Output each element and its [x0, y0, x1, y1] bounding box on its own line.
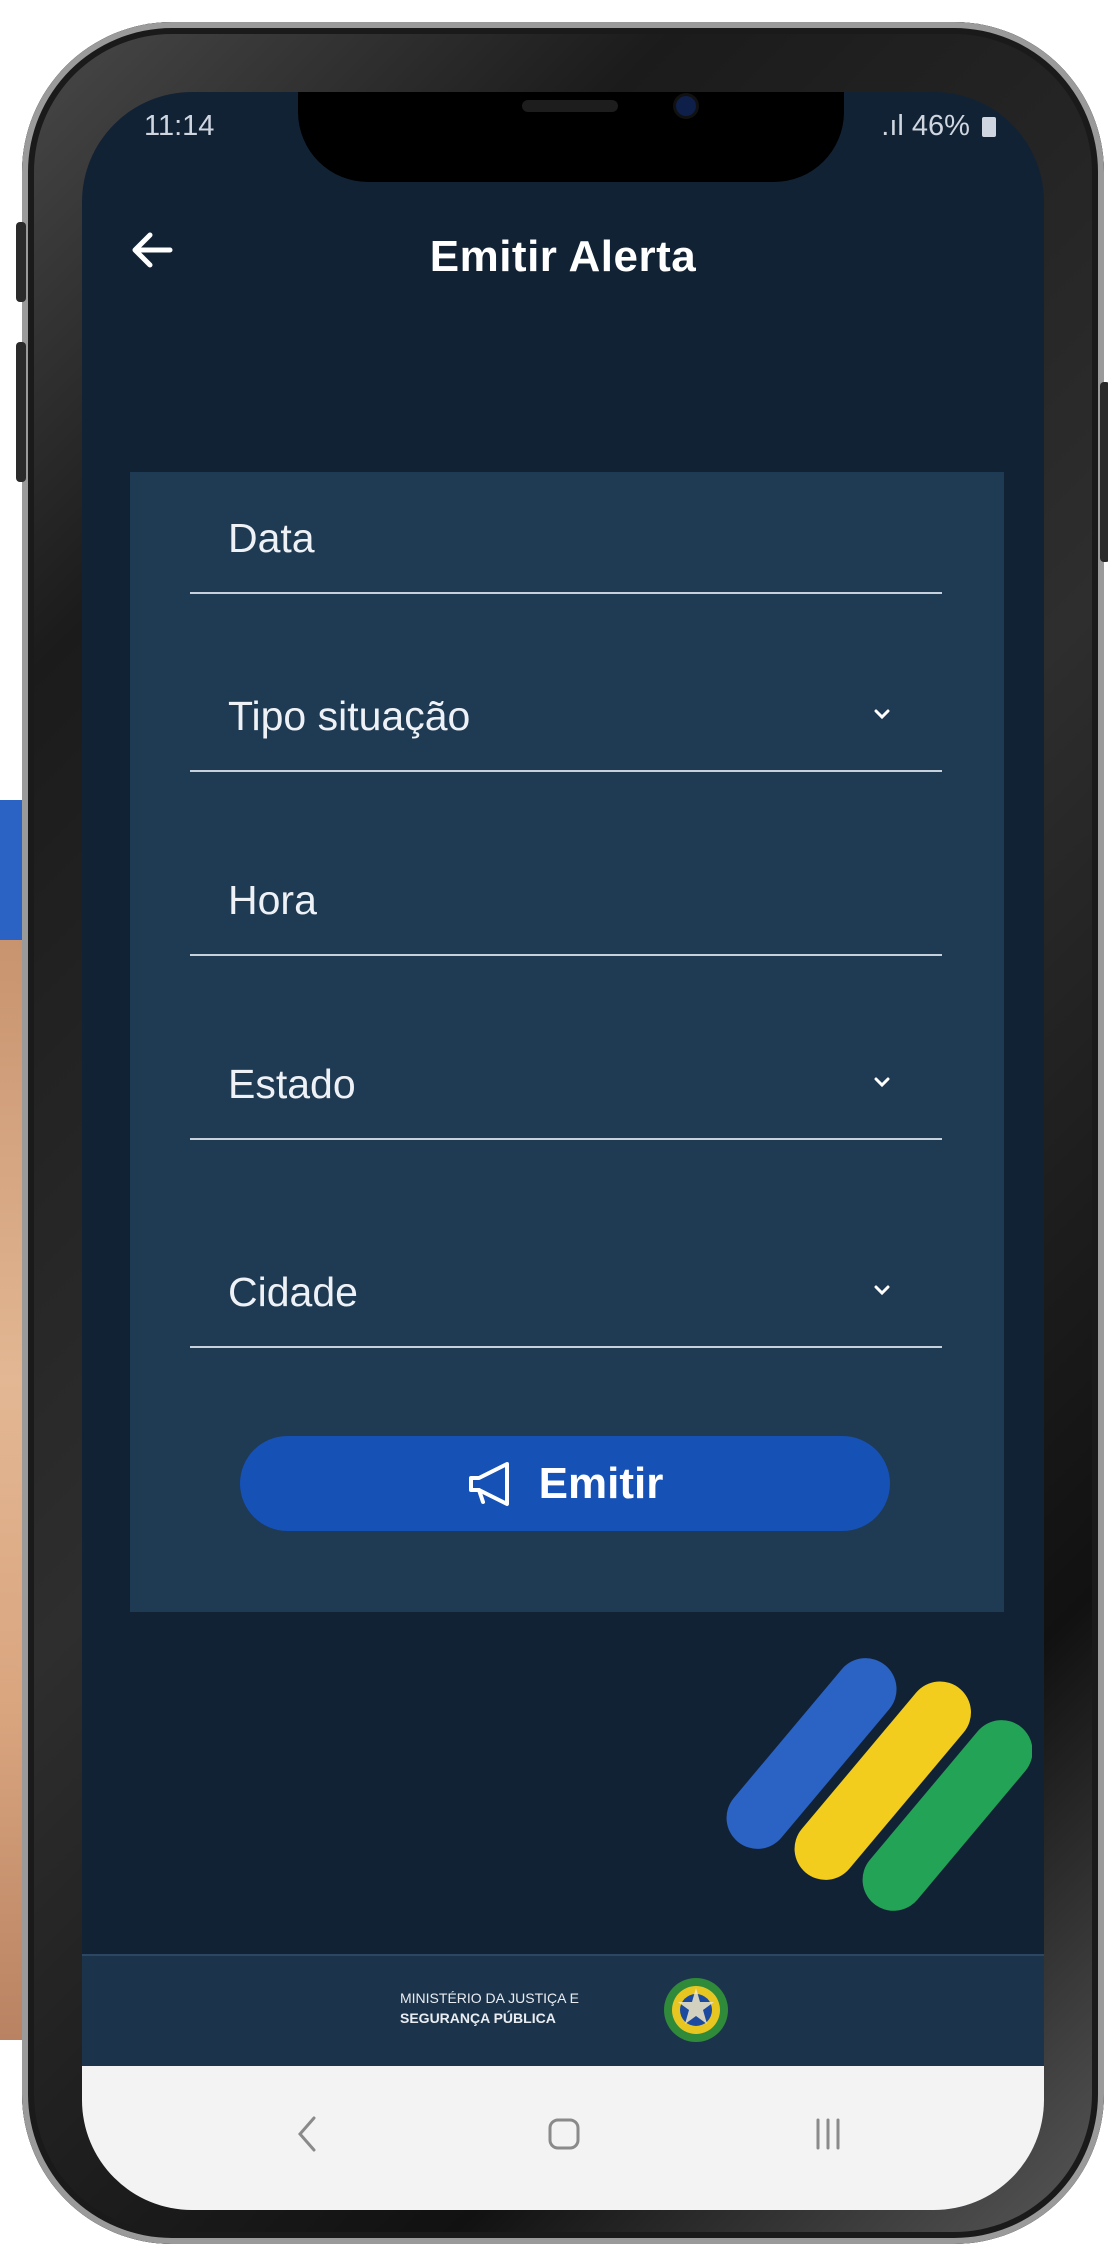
front-camera — [676, 96, 696, 116]
ministry-line-1: MINISTÉRIO DA JUSTIÇA E — [400, 1990, 579, 2006]
city-select[interactable]: Cidade — [190, 1226, 942, 1348]
phone-side-button — [16, 222, 26, 302]
city-label: Cidade — [228, 1269, 358, 1315]
app-bar: Emitir Alerta — [82, 202, 1044, 312]
speaker-grille — [522, 100, 618, 112]
megaphone-icon — [468, 1461, 509, 1506]
status-time: 11:14 — [144, 110, 215, 142]
android-navigation-bar — [82, 2066, 1044, 2210]
emit-button[interactable]: Emitir — [240, 1436, 890, 1531]
time-field[interactable]: Hora — [190, 834, 942, 956]
app-screen: 11:14 .ıl 46% Emitir Alerta Data Tipo si… — [82, 92, 1044, 2210]
chevron-down-icon — [874, 709, 890, 720]
time-field-label: Hora — [228, 877, 317, 923]
ministry-logo-text: MINISTÉRIO DA JUSTIÇA E SEGURANÇA PÚBLIC… — [400, 1988, 579, 2028]
emit-button-label: Emitir — [538, 1458, 664, 1508]
state-label: Estado — [228, 1061, 356, 1107]
phone-frame: 11:14 .ıl 46% Emitir Alerta Data Tipo si… — [16, 22, 1108, 2244]
camera-notch — [298, 92, 844, 182]
battery-icon — [982, 117, 996, 137]
alert-form-card: Data Tipo situação Hora Estado Cidade Em… — [130, 472, 1004, 1612]
signal-icon: .ıl — [881, 110, 912, 142]
status-battery: .ıl 46% — [881, 110, 996, 143]
ministry-line-2: SEGURANÇA PÚBLICA — [400, 2010, 556, 2026]
nav-back-icon[interactable] — [278, 2104, 338, 2164]
state-select[interactable]: Estado — [190, 1018, 942, 1140]
chevron-down-icon — [874, 1285, 890, 1296]
date-field[interactable]: Data — [190, 472, 942, 594]
nav-recents-icon[interactable] — [798, 2104, 858, 2164]
phone-volume-button — [16, 342, 26, 482]
footer-bar: MINISTÉRIO DA JUSTIÇA E SEGURANÇA PÚBLIC… — [82, 1954, 1044, 2066]
page-title: Emitir Alerta — [429, 232, 697, 281]
situation-type-label: Tipo situação — [228, 693, 471, 739]
coat-of-arms-icon — [664, 1978, 728, 2042]
situation-type-select[interactable]: Tipo situação — [190, 650, 942, 772]
nav-home-icon[interactable] — [534, 2104, 594, 2164]
chevron-down-icon — [874, 1077, 890, 1088]
phone-power-button — [1100, 382, 1108, 562]
brazil-brush-strokes-art — [726, 1658, 1032, 1911]
date-field-label: Data — [228, 515, 315, 561]
status-bar: 11:14 .ıl 46% — [82, 92, 1044, 182]
